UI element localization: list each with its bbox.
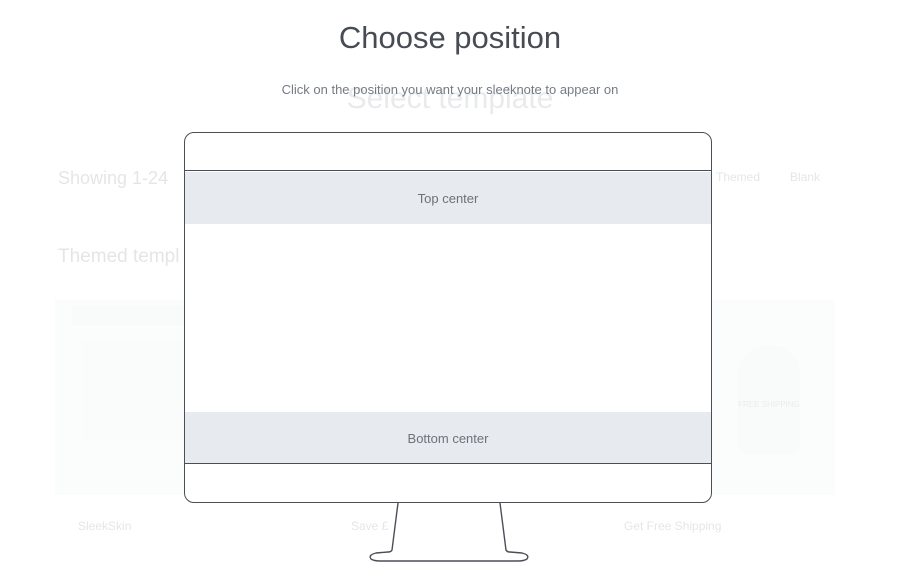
modal-title: Choose position [338,20,562,55]
monitor-stand [369,502,529,562]
background-filter-themed: Themed [716,170,761,184]
background-bottle-image: FREE SHIPPING [738,345,800,455]
position-top-center[interactable]: Top center [185,172,711,224]
modal-subtitle: Click on the position you want your slee… [281,82,619,97]
position-top-center-label: Top center [417,190,479,206]
screen-bottom-border [185,463,711,464]
background-card-label: SleekSkin [78,519,132,533]
background-filter-blank: Blank [790,170,821,184]
background-card-image [82,340,192,440]
monitor-frame: Top center Bottom center [184,132,712,503]
background-showing-count: Showing 1-24 [58,168,169,188]
background-card-label: Get Free Shipping [624,519,722,533]
background-themed-heading: Themed templ [58,246,180,267]
background-bottle-text: FREE SHIPPING [738,400,800,409]
position-bottom-center[interactable]: Bottom center [185,412,711,464]
background-card-bar [72,305,202,325]
screen-top-border [185,170,711,171]
position-bottom-center-label: Bottom center [407,430,489,446]
